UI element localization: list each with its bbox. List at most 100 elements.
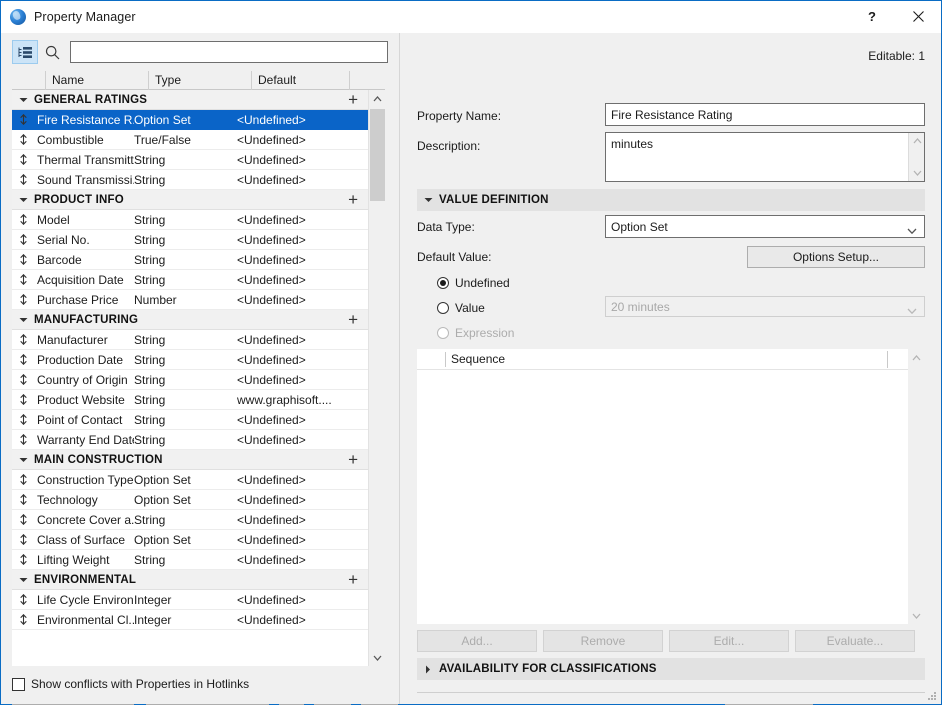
- column-header-name[interactable]: Name: [45, 70, 148, 90]
- value-definition-section-header[interactable]: VALUE DEFINITION: [417, 189, 925, 211]
- triangle-down-icon[interactable]: [12, 577, 34, 583]
- reorder-handle-icon[interactable]: [12, 234, 34, 245]
- close-icon[interactable]: [895, 1, 941, 32]
- triangle-down-icon[interactable]: [12, 317, 34, 323]
- availability-title: AVAILABILITY FOR CLASSIFICATIONS: [439, 663, 657, 675]
- sequence-list[interactable]: Sequence: [417, 349, 925, 624]
- reorder-handle-icon[interactable]: [12, 414, 34, 425]
- scroll-up-icon[interactable]: [908, 349, 925, 366]
- column-header-default[interactable]: Default: [251, 70, 349, 90]
- scroll-down-icon[interactable]: [369, 649, 385, 666]
- availability-section-header[interactable]: AVAILABILITY FOR CLASSIFICATIONS: [417, 658, 925, 680]
- reorder-handle-icon[interactable]: [12, 134, 34, 145]
- table-row[interactable]: Construction Type Option Set <Undefined>: [12, 470, 368, 490]
- tree-list-view-icon[interactable]: [12, 40, 38, 64]
- property-group-header[interactable]: PRODUCT INFO +: [12, 190, 368, 210]
- radio-button[interactable]: [437, 277, 449, 289]
- property-group-header[interactable]: GENERAL RATINGS +: [12, 90, 368, 110]
- radio-undefined[interactable]: Undefined: [437, 276, 510, 290]
- property-name-cell: Concrete Cover a...: [37, 512, 134, 527]
- reorder-handle-icon[interactable]: [12, 114, 34, 125]
- checkbox-box[interactable]: [12, 677, 25, 691]
- sequence-scrollbar[interactable]: [908, 349, 925, 624]
- description-scrollbar[interactable]: [908, 133, 924, 181]
- scroll-down-icon[interactable]: [909, 165, 925, 181]
- radio-button[interactable]: [437, 302, 449, 314]
- search-icon[interactable]: [40, 40, 64, 64]
- column-header-sequence[interactable]: Sequence: [445, 351, 505, 367]
- description-textarea[interactable]: minutes: [605, 132, 925, 182]
- reorder-handle-icon[interactable]: [12, 514, 34, 525]
- table-row[interactable]: Serial No. String <Undefined>: [12, 230, 368, 250]
- data-type-select[interactable]: Option Set: [605, 215, 925, 238]
- table-row[interactable]: Lifting Weight String <Undefined>: [12, 550, 368, 570]
- table-row[interactable]: Manufacturer String <Undefined>: [12, 330, 368, 350]
- table-row[interactable]: Technology Option Set <Undefined>: [12, 490, 368, 510]
- reorder-handle-icon[interactable]: [12, 394, 34, 405]
- table-row[interactable]: Fire Resistance R... Option Set <Undefined…: [12, 110, 368, 130]
- search-input[interactable]: [70, 41, 388, 63]
- table-row[interactable]: Point of Contact String <Undefined>: [12, 410, 368, 430]
- radio-expression-label: Expression: [455, 326, 515, 340]
- table-row[interactable]: Concrete Cover a... String <Undefined>: [12, 510, 368, 530]
- property-group-header[interactable]: ENVIRONMENTAL +: [12, 570, 368, 590]
- reorder-handle-icon[interactable]: [12, 494, 34, 505]
- reorder-handle-icon[interactable]: [12, 434, 34, 445]
- radio-value[interactable]: Value: [437, 301, 485, 315]
- table-row[interactable]: Sound Transmissi... String <Undefined>: [12, 170, 368, 190]
- reorder-handle-icon[interactable]: [12, 154, 34, 165]
- scroll-down-icon[interactable]: [908, 607, 925, 624]
- help-button[interactable]: ?: [849, 1, 895, 32]
- table-row[interactable]: Product Website String www.graphisoft....: [12, 390, 368, 410]
- triangle-down-icon[interactable]: [12, 197, 34, 203]
- reorder-handle-icon[interactable]: [12, 254, 34, 265]
- property-type-cell: String: [134, 272, 166, 287]
- reorder-handle-icon[interactable]: [12, 554, 34, 565]
- reorder-handle-icon[interactable]: [12, 614, 34, 625]
- reorder-handle-icon[interactable]: [12, 174, 34, 185]
- reorder-handle-icon[interactable]: [12, 354, 34, 365]
- triangle-down-icon[interactable]: [12, 97, 34, 103]
- reorder-handle-icon[interactable]: [12, 274, 34, 285]
- reorder-handle-icon[interactable]: [12, 594, 34, 605]
- reorder-handle-icon[interactable]: [12, 214, 34, 225]
- add-property-button[interactable]: +: [348, 191, 358, 209]
- add-property-button[interactable]: +: [348, 311, 358, 329]
- scroll-up-icon[interactable]: [909, 133, 925, 149]
- reorder-handle-icon[interactable]: [12, 534, 34, 545]
- reorder-handle-icon[interactable]: [12, 374, 34, 385]
- resize-grip-icon[interactable]: [926, 690, 938, 702]
- property-type-cell: Option Set: [134, 472, 191, 487]
- options-setup-button[interactable]: Options Setup...: [747, 246, 925, 268]
- show-conflicts-checkbox[interactable]: Show conflicts with Properties in Hotlin…: [12, 677, 249, 691]
- scroll-up-icon[interactable]: [369, 90, 385, 107]
- triangle-down-icon[interactable]: [12, 457, 34, 463]
- table-row[interactable]: Purchase Price Number <Undefined>: [12, 290, 368, 310]
- table-row[interactable]: Warranty End Date String <Undefined>: [12, 430, 368, 450]
- reorder-handle-icon[interactable]: [12, 474, 34, 485]
- add-property-button[interactable]: +: [348, 571, 358, 589]
- property-group-header[interactable]: MAIN CONSTRUCTION +: [12, 450, 368, 470]
- property-type-cell: Option Set: [134, 532, 191, 547]
- property-name-input[interactable]: [605, 103, 925, 126]
- table-row[interactable]: Life Cycle Environ... Integer <Undefined>: [12, 590, 368, 610]
- table-row[interactable]: Country of Origin String <Undefined>: [12, 370, 368, 390]
- property-group-header[interactable]: MANUFACTURING +: [12, 310, 368, 330]
- reorder-handle-icon[interactable]: [12, 294, 34, 305]
- table-row[interactable]: Model String <Undefined>: [12, 210, 368, 230]
- add-property-button[interactable]: +: [348, 91, 358, 109]
- add-property-button[interactable]: +: [348, 451, 358, 469]
- list-scrollbar[interactable]: [368, 90, 385, 666]
- property-default-cell: <Undefined>: [237, 532, 306, 547]
- column-header-type[interactable]: Type: [148, 70, 251, 90]
- property-name-cell: Combustible: [37, 132, 104, 147]
- reorder-handle-icon[interactable]: [12, 334, 34, 345]
- table-row[interactable]: Combustible True/False <Undefined>: [12, 130, 368, 150]
- table-row[interactable]: Production Date String <Undefined>: [12, 350, 368, 370]
- table-row[interactable]: Acquisition Date String <Undefined>: [12, 270, 368, 290]
- table-row[interactable]: Class of Surface Option Set <Undefined>: [12, 530, 368, 550]
- table-row[interactable]: Thermal Transmitt... String <Undefined>: [12, 150, 368, 170]
- table-row[interactable]: Barcode String <Undefined>: [12, 250, 368, 270]
- table-row[interactable]: Environmental Cl... Integer <Undefined>: [12, 610, 368, 630]
- list-scrollbar-thumb[interactable]: [370, 109, 385, 201]
